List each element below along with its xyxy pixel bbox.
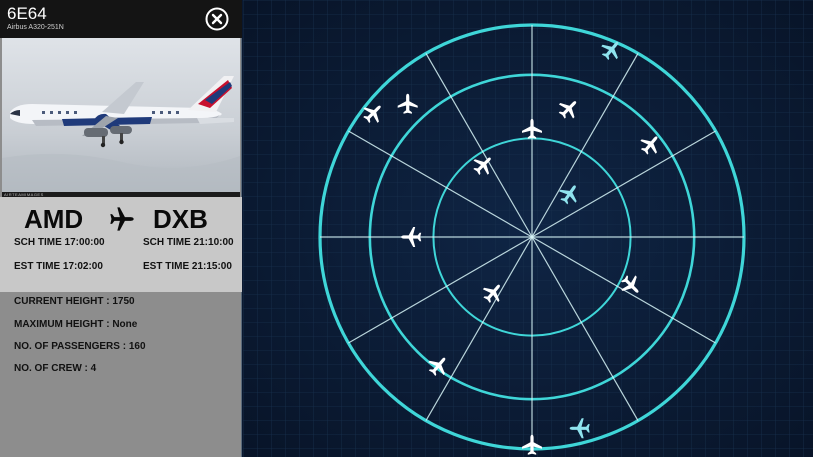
aircraft-photo <box>2 38 240 196</box>
passenger-count: NO. OF PASSENGERS : 160 <box>14 341 146 352</box>
radar-display[interactable] <box>243 0 813 457</box>
close-circle-icon <box>205 7 229 31</box>
flight-code: 6E64 <box>7 4 47 23</box>
destination-airport-code: DXB <box>153 204 208 234</box>
radar-grid <box>243 0 813 457</box>
scheduled-arrival-time: SCH TIME 21:10:00 <box>143 237 234 248</box>
scheduled-departure-time: SCH TIME 17:00:00 <box>14 237 105 248</box>
current-height: CURRENT HEIGHT : 1750 <box>14 296 135 307</box>
maximum-height: MAXIMUM HEIGHT : None <box>14 319 138 330</box>
flight-details-panel: 6E64 Airbus A320-251N AIRTEAMIMAGES AMD … <box>0 0 242 457</box>
crew-count: NO. OF CREW : 4 <box>14 363 97 374</box>
airplane-icon <box>108 205 136 233</box>
route-summary: AMD DXB SCH TIME 17:00:00 SCH TIME 21:10… <box>0 197 242 292</box>
panel-header: 6E64 Airbus A320-251N <box>0 0 242 38</box>
origin-airport-code: AMD <box>24 204 84 234</box>
aircraft-model: Airbus A320-251N <box>7 24 64 31</box>
estimated-departure-time: EST TIME 17:02:00 <box>14 261 103 272</box>
close-button[interactable] <box>205 7 229 31</box>
estimated-arrival-time: EST TIME 21:15:00 <box>143 261 232 272</box>
